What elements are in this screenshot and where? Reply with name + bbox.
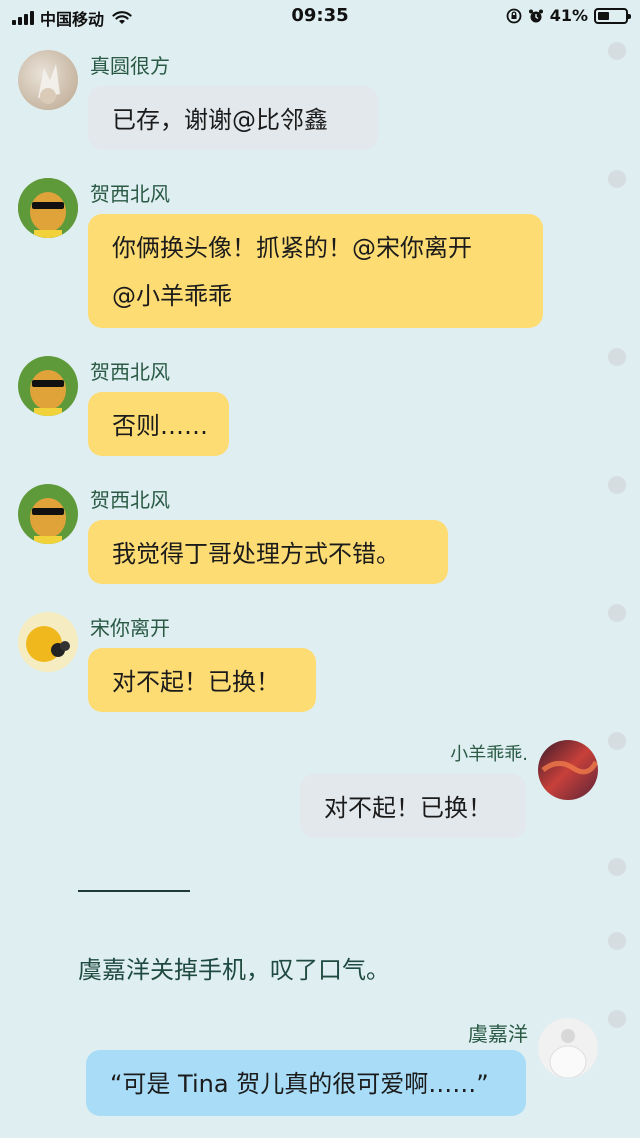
sender-name: 贺西北风 <box>90 488 170 512</box>
battery-icon <box>594 7 631 24</box>
message-text-line: 你俩换头像！抓紧的！@宋你离开 <box>112 234 472 262</box>
message-text: 我觉得丁哥处理方式不错。 <box>112 540 400 568</box>
message-text-line: @小羊乖乖 <box>112 282 232 310</box>
narration-text: 虞嘉洋关掉手机，叹了口气。 <box>78 956 390 984</box>
sender-name: 小羊乖乖. <box>450 744 528 765</box>
message-text: “可是 Tina 贺儿真的很可爱啊……” <box>110 1070 489 1098</box>
message-bubble[interactable]: 否则…… <box>88 392 229 456</box>
sender-name: 虞嘉洋 <box>468 1022 528 1046</box>
message-status-dot <box>608 42 626 60</box>
message-text: 已存，谢谢@比邻鑫 <box>112 106 328 134</box>
battery-percent: 41% <box>549 6 588 25</box>
message-bubble[interactable]: 已存，谢谢@比邻鑫 <box>88 86 378 150</box>
section-divider <box>78 890 190 892</box>
message-status-dot <box>608 170 626 188</box>
sender-name: 真圆很方 <box>90 54 170 78</box>
message-bubble[interactable]: “可是 Tina 贺儿真的很可爱啊……” <box>86 1050 526 1116</box>
message-bubble[interactable]: 对不起！已换！ <box>88 648 316 712</box>
sender-name: 贺西北风 <box>90 360 170 384</box>
avatar[interactable] <box>538 740 598 800</box>
message-status-dot <box>608 1010 626 1028</box>
message-bubble[interactable]: 你俩换头像！抓紧的！@宋你离开 @小羊乖乖 <box>88 214 543 328</box>
message-text: 对不起！已换！ <box>112 668 280 696</box>
avatar[interactable] <box>18 484 78 544</box>
avatar[interactable] <box>18 356 78 416</box>
avatar[interactable] <box>18 612 78 672</box>
message-bubble[interactable]: 我觉得丁哥处理方式不错。 <box>88 520 448 584</box>
avatar[interactable] <box>18 50 78 110</box>
message-status-dot <box>608 732 626 750</box>
message-status-dot <box>608 932 626 950</box>
status-bar: 中国移动 09:35 41% <box>0 0 640 34</box>
message-status-dot <box>608 858 626 876</box>
sender-name: 宋你离开 <box>90 616 170 640</box>
sender-name: 贺西北风 <box>90 182 170 206</box>
message-status-dot <box>608 604 626 622</box>
alarm-icon <box>528 9 543 22</box>
avatar[interactable] <box>538 1018 598 1078</box>
message-status-dot <box>608 348 626 366</box>
message-status-dot <box>608 476 626 494</box>
avatar[interactable] <box>18 178 78 238</box>
message-text: 否则…… <box>112 412 208 440</box>
rotation-lock-icon <box>506 8 522 23</box>
message-bubble[interactable]: 对不起！已换！ <box>300 774 526 838</box>
message-text: 对不起！已换！ <box>324 794 492 822</box>
